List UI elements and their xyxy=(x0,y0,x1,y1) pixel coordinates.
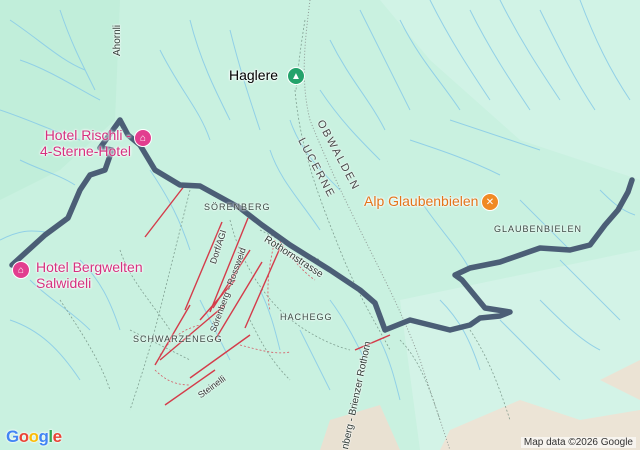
restaurant-icon[interactable]: ✕ xyxy=(481,193,499,211)
poi-label-haglere[interactable]: Haglere xyxy=(229,67,278,83)
map-canvas[interactable]: ▲ Haglere ⌂ Hotel Rischli - 4-Sterne-Hot… xyxy=(0,0,640,450)
place-label-hachegg: HACHEGG xyxy=(280,312,333,322)
place-label-glaubenbielen: GLAUBENBIELEN xyxy=(494,224,583,234)
poi-label-hotel-rischli[interactable]: Hotel Rischli - 4-Sterne-Hotel xyxy=(40,127,131,159)
hotel-icon[interactable]: ⌂ xyxy=(134,129,152,147)
poi-label-hotel-bergwelten[interactable]: Hotel Bergwelten Salwideli xyxy=(36,259,143,291)
road-label-ahornli: Ahornli xyxy=(112,24,123,56)
google-logo[interactable]: Google xyxy=(6,427,62,447)
hotel-icon[interactable]: ⌂ xyxy=(12,261,30,279)
poi-label-alp-glaubenbielen[interactable]: Alp Glaubenbielen xyxy=(364,193,478,209)
map-attribution[interactable]: Map data ©2026 Google xyxy=(520,437,636,448)
mountain-icon[interactable]: ▲ xyxy=(287,67,305,85)
place-label-sorenberg: SÖRENBERG xyxy=(204,202,271,212)
place-label-schwarzenegg: SCHWARZENEGG xyxy=(133,334,223,344)
